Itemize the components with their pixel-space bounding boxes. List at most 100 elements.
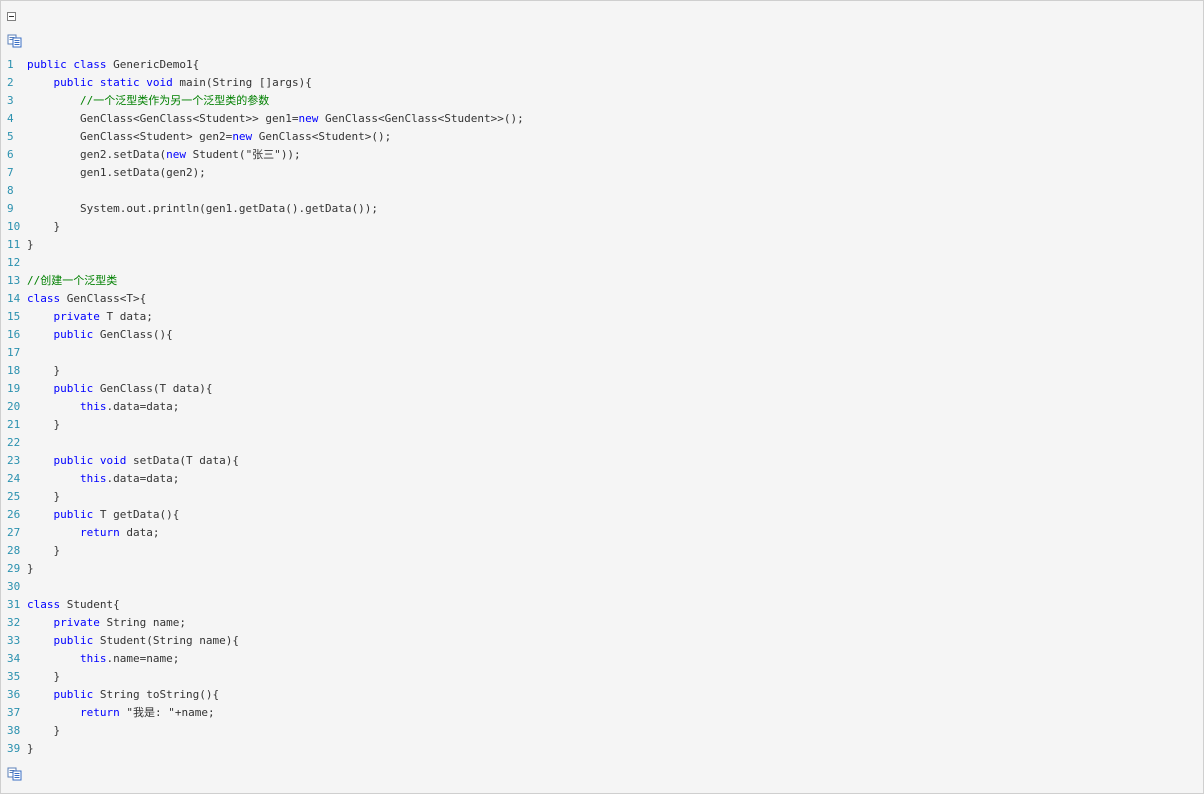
- code-text: .name=name;: [106, 652, 180, 665]
- code-keyword: new: [232, 130, 253, 143]
- code-text: }: [27, 562, 34, 575]
- line-number: 15: [7, 310, 21, 323]
- code-keyword: return: [79, 706, 120, 719]
- code-line: 33 public Student(String name){: [1, 632, 524, 650]
- code-line: 24 this.data=data;: [1, 470, 524, 488]
- code-line: 38 }: [1, 722, 524, 740]
- line-number: 11: [7, 238, 21, 251]
- copy-code-icon[interactable]: [7, 34, 23, 48]
- line-number: 13: [7, 274, 21, 287]
- line-number: 36: [7, 688, 21, 701]
- code-keyword: this: [79, 472, 107, 485]
- code-line: 16 public GenClass(){: [1, 326, 524, 344]
- code-text: System.out.println(gen1.getData().getDat…: [27, 202, 378, 215]
- code-keyword: public: [53, 634, 94, 647]
- code-text: }: [27, 490, 61, 503]
- code-text: T getData(){: [93, 508, 180, 521]
- code-block: 1 public class GenericDemo1{2 public stat…: [0, 0, 1204, 794]
- code-line: 35 }: [1, 668, 524, 686]
- collapse-icon[interactable]: [7, 12, 16, 21]
- code-line: 32 private String name;: [1, 614, 524, 632]
- code-line: 9 System.out.println(gen1.getData().getD…: [1, 200, 524, 218]
- code-line: 18 }: [1, 362, 524, 380]
- code-string: "张三": [245, 148, 281, 161]
- code-keyword: public: [27, 58, 67, 71]
- code-text: Student(String name){: [93, 634, 239, 647]
- line-number: 32: [7, 616, 21, 629]
- code-text: main(String []args){: [172, 76, 312, 89]
- code-line: 5 GenClass<Student> gen2=new GenClass<St…: [1, 128, 524, 146]
- code-line: 21 }: [1, 416, 524, 434]
- code-comment: //一个泛型类作为另一个泛型类的参数: [79, 94, 270, 107]
- code-text: }: [27, 238, 34, 251]
- code-text: data;: [119, 526, 160, 539]
- line-number: 4: [7, 112, 14, 125]
- line-number: 2: [7, 76, 14, 89]
- line-number: 23: [7, 454, 21, 467]
- code-keyword: static: [99, 76, 140, 89]
- code-text: }: [27, 742, 34, 755]
- code-line: 3 //一个泛型类作为另一个泛型类的参数: [1, 92, 524, 110]
- line-number: 33: [7, 634, 21, 647]
- code-keyword: class: [73, 58, 107, 71]
- code-text: GenClass(T data){: [93, 382, 213, 395]
- line-number: 3: [7, 94, 14, 107]
- code-text: String toString(){: [93, 688, 220, 701]
- code-text: GenClass<T>{: [60, 292, 147, 305]
- code-keyword: new: [166, 148, 186, 161]
- copy-code-icon[interactable]: [7, 767, 23, 781]
- line-number: 22: [7, 436, 21, 449]
- code-text: String name;: [99, 616, 186, 629]
- code-text: GenClass<Student>();: [252, 130, 392, 143]
- code-keyword: class: [27, 598, 61, 611]
- code-line: 19 public GenClass(T data){: [1, 380, 524, 398]
- code-text: gen2.setData(: [27, 148, 167, 161]
- code-line: 10 }: [1, 218, 524, 236]
- code-line: 34 this.name=name;: [1, 650, 524, 668]
- code-text: }: [27, 220, 61, 233]
- code-keyword: this: [79, 400, 107, 413]
- code-line: 11}: [1, 236, 524, 254]
- code-text: .data=data;: [106, 400, 180, 413]
- code-text: ));: [280, 148, 301, 161]
- code-text: GenClass<Student> gen2=: [27, 130, 233, 143]
- code-line: 27 return data;: [1, 524, 524, 542]
- code-text: .data=data;: [106, 472, 180, 485]
- line-number: 1: [7, 58, 14, 71]
- code-line: 23 public void setData(T data){: [1, 452, 524, 470]
- code-line: 2 public static void main(String []args)…: [1, 74, 524, 92]
- code-line: 12: [1, 254, 524, 272]
- line-number: 24: [7, 472, 21, 485]
- code-line: 30: [1, 578, 524, 596]
- code-keyword: public: [53, 76, 94, 89]
- code-keyword: public: [53, 328, 94, 341]
- code-line: 7 gen1.setData(gen2);: [1, 164, 524, 182]
- code-text: GenClass<GenClass<Student>>();: [318, 112, 524, 125]
- code-comment: //创建一个泛型类: [27, 274, 118, 287]
- line-number: 7: [7, 166, 14, 179]
- code-text: }: [27, 418, 61, 431]
- code-keyword: public: [53, 688, 94, 701]
- line-number: 37: [7, 706, 21, 719]
- code-line: 13 //创建一个泛型类: [1, 272, 524, 290]
- line-number: 16: [7, 328, 21, 341]
- code-line: 6 gen2.setData(new Student("张三"));: [1, 146, 524, 164]
- code-line: 20 this.data=data;: [1, 398, 524, 416]
- code-text: }: [27, 724, 61, 737]
- code-line: 4 GenClass<GenClass<Student>> gen1=new G…: [1, 110, 524, 128]
- code-listing: 1 public class GenericDemo1{2 public stat…: [1, 56, 524, 758]
- code-text: }: [27, 670, 61, 683]
- code-text: }: [27, 544, 61, 557]
- code-text: GenClass<GenClass<Student>> gen1=: [27, 112, 299, 125]
- line-number: 19: [7, 382, 21, 395]
- line-number: 25: [7, 490, 21, 503]
